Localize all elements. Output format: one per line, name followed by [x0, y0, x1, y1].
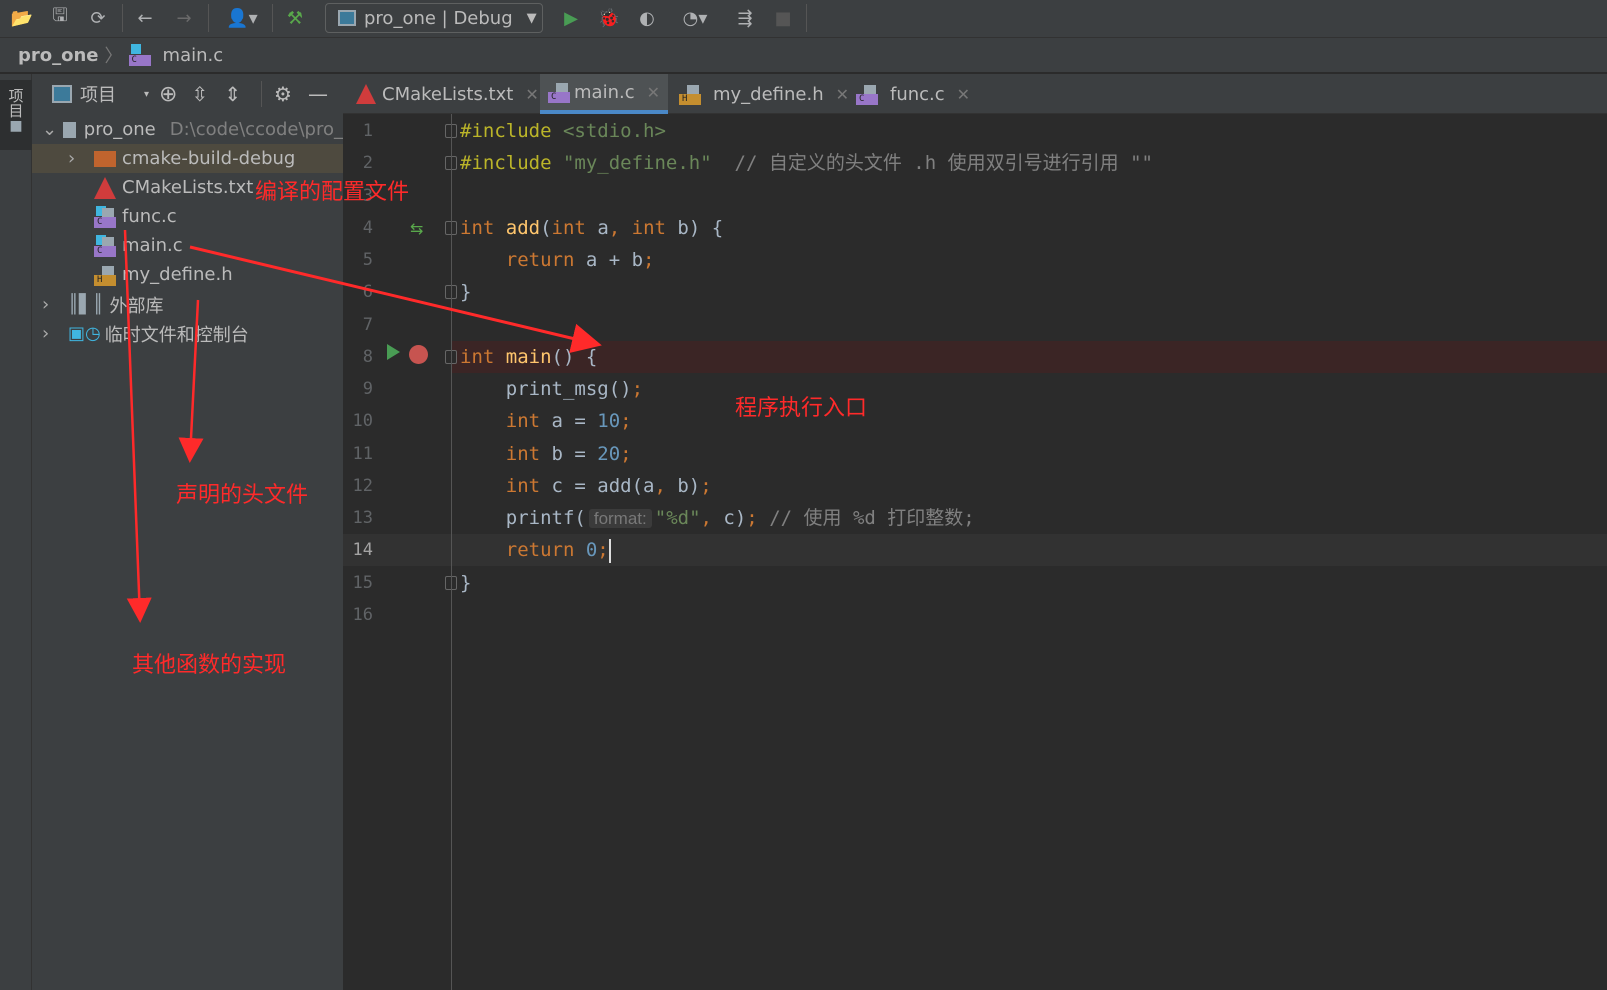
annotation-impl: 其他函数的实现 — [132, 653, 287, 678]
arrow-to-header — [178, 299, 204, 463]
annotation-entry: 程序执行入口 — [735, 396, 868, 421]
arrow-to-entry — [189, 245, 602, 354]
arrow-to-impl — [123, 229, 152, 623]
annotation-header: 声明的头文件 — [176, 483, 309, 508]
annotation-config: 编译的配置文件 — [255, 180, 410, 205]
